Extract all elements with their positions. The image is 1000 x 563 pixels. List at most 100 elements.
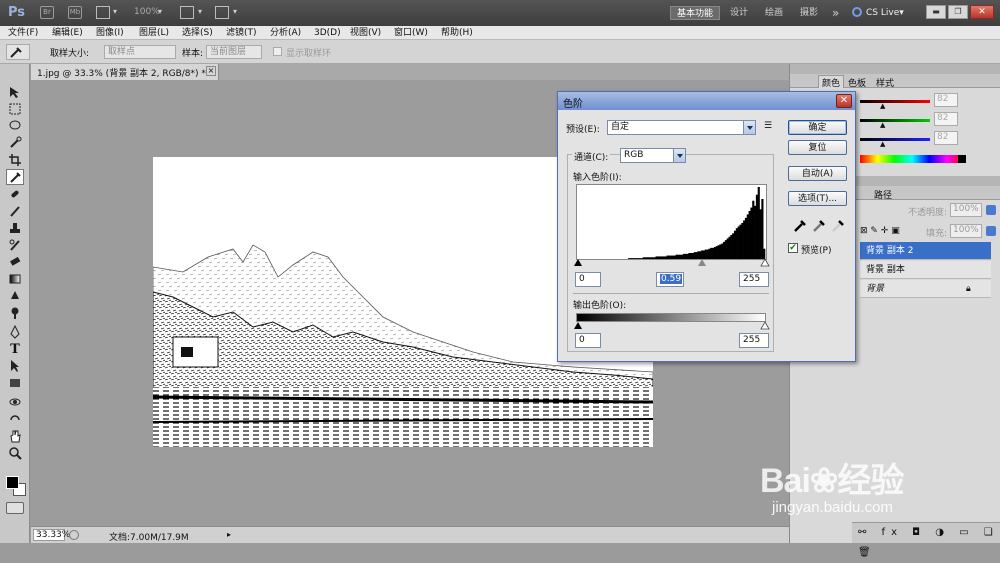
- input-gamma-field[interactable]: 0.59: [656, 272, 684, 287]
- red-slider[interactable]: [860, 100, 930, 103]
- tab-close-icon[interactable]: ×: [206, 66, 216, 76]
- menu-analysis[interactable]: 分析(A): [270, 27, 301, 39]
- auto-button[interactable]: 自动(A): [788, 166, 847, 181]
- black-eyedropper-icon[interactable]: [793, 219, 807, 233]
- close-icon[interactable]: ✕: [970, 5, 994, 19]
- menu-select[interactable]: 选择(S): [182, 27, 213, 39]
- preset-options-icon[interactable]: ☰: [764, 121, 772, 131]
- crop-tool-icon[interactable]: [6, 152, 24, 168]
- ok-button[interactable]: 确定: [788, 120, 847, 135]
- workspace-design[interactable]: 设计: [730, 6, 748, 20]
- status-menu-icon[interactable]: [69, 530, 79, 540]
- green-slider[interactable]: [860, 119, 930, 122]
- rectangle-tool-icon[interactable]: [6, 375, 24, 391]
- arrange-documents-icon[interactable]: [180, 6, 194, 19]
- workspace-photography[interactable]: 摄影: [800, 6, 818, 20]
- 3d-orbit-tool-icon[interactable]: [6, 411, 24, 427]
- output-black-slider-icon[interactable]: [574, 322, 582, 329]
- lasso-tool-icon[interactable]: [6, 118, 24, 134]
- chevron-down-icon[interactable]: ▾: [113, 7, 117, 16]
- gray-eyedropper-icon[interactable]: [812, 219, 826, 233]
- menu-filter[interactable]: 滤镜(T): [226, 27, 257, 39]
- chevron-down-icon[interactable]: ▾: [158, 7, 162, 16]
- path-selection-tool-icon[interactable]: [6, 358, 24, 374]
- tab-paths[interactable]: 路径: [874, 188, 892, 201]
- lock-icons[interactable]: ⊠ ✎ ✛ ▣: [860, 226, 900, 236]
- type-tool-icon[interactable]: T: [6, 341, 24, 357]
- more-workspaces-icon[interactable]: »: [832, 6, 839, 20]
- red-value[interactable]: 82: [934, 93, 958, 107]
- foreground-color-swatch[interactable]: [6, 476, 19, 489]
- hand-tool-icon[interactable]: [6, 428, 24, 444]
- reset-button[interactable]: 复位: [788, 140, 847, 155]
- cs-live-button[interactable]: CS Live▾: [866, 6, 904, 20]
- preset-select[interactable]: 自定: [607, 120, 756, 135]
- opacity-arrow-icon[interactable]: [986, 205, 996, 215]
- slider-handle-icon[interactable]: ▲: [880, 102, 885, 110]
- green-value[interactable]: 82: [934, 112, 958, 126]
- screen-mode-icon[interactable]: [215, 6, 229, 19]
- mini-bridge-icon[interactable]: Mb: [68, 6, 82, 19]
- blue-slider[interactable]: [860, 138, 930, 141]
- menu-3d[interactable]: 3D(D): [314, 27, 341, 39]
- dialog-title-bar[interactable]: 色阶 ✕: [558, 92, 855, 110]
- slider-handle-icon[interactable]: ▲: [880, 121, 885, 129]
- workspace-painting[interactable]: 绘画: [765, 6, 783, 20]
- zoom-field[interactable]: 33.33%: [33, 529, 70, 541]
- blue-value[interactable]: 82: [934, 131, 958, 145]
- input-white-field[interactable]: 255: [739, 272, 769, 287]
- workspace-essentials[interactable]: 基本功能: [670, 6, 720, 20]
- menu-window[interactable]: 窗口(W): [394, 27, 428, 39]
- fill-arrow-icon[interactable]: [986, 226, 996, 236]
- layers-footer-icons[interactable]: ⚯ fx ◘ ◑ ▭ ❏ 🗑︎: [852, 522, 1000, 558]
- chevron-down-icon[interactable]: ▾: [233, 7, 237, 16]
- healing-brush-tool-icon[interactable]: [6, 186, 24, 202]
- fill-field[interactable]: 100%: [950, 224, 982, 238]
- white-point-slider-icon[interactable]: [760, 258, 770, 267]
- eyedropper-tool-icon[interactable]: [6, 169, 24, 185]
- clone-stamp-tool-icon[interactable]: [6, 220, 24, 236]
- brush-tool-icon[interactable]: [6, 203, 24, 219]
- sample-select[interactable]: 当前图层: [206, 45, 262, 59]
- restore-icon[interactable]: ❐: [948, 5, 968, 19]
- tab-swatches[interactable]: 色板: [848, 76, 866, 89]
- color-ramp[interactable]: [860, 155, 964, 163]
- move-tool-icon[interactable]: [6, 84, 24, 100]
- blur-tool-icon[interactable]: [6, 288, 24, 304]
- input-sliders[interactable]: [573, 258, 770, 268]
- chevron-right-icon[interactable]: ▸: [227, 530, 231, 539]
- output-white-slider-icon[interactable]: [760, 321, 770, 330]
- output-black-field[interactable]: 0: [575, 333, 601, 348]
- gamma-slider-icon[interactable]: [698, 259, 706, 266]
- document-tab[interactable]: 1.jpg @ 33.3% (背景 副本 2, RGB/8*) * ×: [31, 64, 219, 80]
- eraser-tool-icon[interactable]: [6, 254, 24, 270]
- menu-edit[interactable]: 编辑(E): [52, 27, 83, 39]
- input-black-field[interactable]: 0: [575, 272, 601, 287]
- dodge-tool-icon[interactable]: [6, 305, 24, 321]
- channel-select[interactable]: RGB: [620, 148, 686, 163]
- quick-selection-tool-icon[interactable]: [6, 135, 24, 151]
- pen-tool-icon[interactable]: [6, 324, 24, 340]
- tool-preset-picker[interactable]: [6, 44, 30, 60]
- zoom-level[interactable]: 100%: [134, 7, 160, 17]
- black-point-slider-icon[interactable]: [574, 259, 582, 266]
- options-button[interactable]: 选项(T)...: [788, 191, 847, 206]
- view-extras-icon[interactable]: [96, 6, 110, 19]
- dialog-close-icon[interactable]: ✕: [836, 94, 852, 108]
- output-white-field[interactable]: 255: [739, 333, 769, 348]
- marquee-tool-icon[interactable]: [6, 101, 24, 117]
- menu-image[interactable]: 图像(I): [96, 27, 124, 39]
- layer-row[interactable]: 背景 🔒︎: [860, 280, 991, 298]
- 3d-rotate-tool-icon[interactable]: [6, 394, 24, 410]
- history-brush-tool-icon[interactable]: [6, 237, 24, 253]
- slider-handle-icon[interactable]: ▲: [880, 140, 885, 148]
- minimize-icon[interactable]: ▬: [926, 5, 946, 19]
- menu-layer[interactable]: 图层(L): [139, 27, 169, 39]
- opacity-field[interactable]: 100%: [950, 203, 982, 217]
- quick-mask-icon[interactable]: [6, 502, 24, 514]
- show-ring-checkbox[interactable]: [273, 47, 282, 56]
- menu-help[interactable]: 帮助(H): [441, 27, 473, 39]
- sample-size-select[interactable]: 取样点: [104, 45, 176, 59]
- bridge-icon[interactable]: Br: [40, 6, 54, 19]
- color-ramp-black[interactable]: [958, 155, 966, 163]
